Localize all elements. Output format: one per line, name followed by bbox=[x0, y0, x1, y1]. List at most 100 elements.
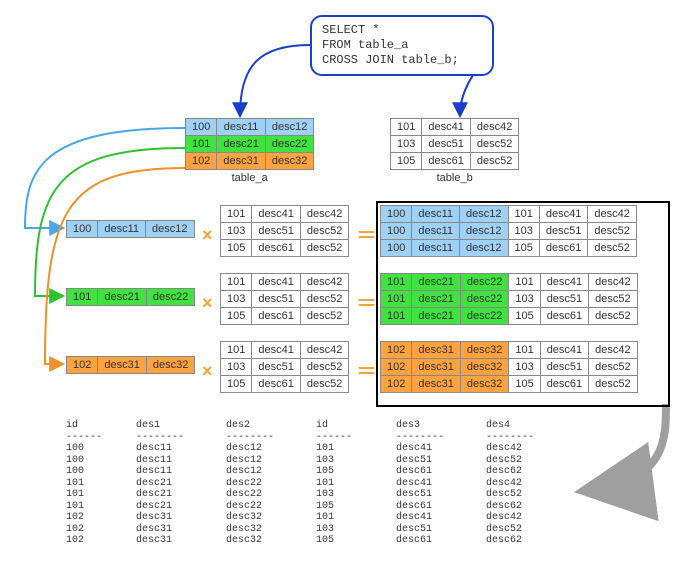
cell: desc61 bbox=[422, 153, 470, 170]
cell: desc42 bbox=[300, 274, 348, 291]
cell: desc51 bbox=[252, 223, 300, 240]
mid-b-2: 101desc41desc42103desc51desc52105desc61d… bbox=[220, 273, 349, 325]
table-row: 103desc51desc52 bbox=[221, 291, 349, 308]
cell: desc12 bbox=[460, 206, 508, 223]
cell: 100 bbox=[381, 206, 412, 223]
cell: 102 bbox=[381, 342, 412, 359]
result-block: iddes1des2iddes3des4--------------------… bbox=[66, 420, 556, 547]
cell: desc41 bbox=[422, 119, 470, 136]
cell: desc41 bbox=[252, 274, 300, 291]
sql-line-2: FROM table_a bbox=[322, 38, 482, 53]
table-row: 103desc51desc52 bbox=[221, 223, 349, 240]
cell: desc61 bbox=[252, 240, 300, 257]
cell: 102 bbox=[381, 376, 412, 393]
cell: 103 bbox=[221, 291, 252, 308]
cell: desc42 bbox=[588, 206, 636, 223]
cell: desc61 bbox=[252, 376, 300, 393]
cell: 105 bbox=[221, 308, 252, 325]
table-row: 102desc31desc32 bbox=[186, 153, 314, 170]
cell: 101 bbox=[381, 274, 412, 291]
cell: desc11 bbox=[217, 119, 265, 136]
cell: desc41 bbox=[540, 274, 588, 291]
table-a: 100desc11desc12101desc21desc22102desc31d… bbox=[185, 118, 314, 184]
cell: 100 bbox=[381, 240, 412, 257]
table-row: 101desc21desc22105desc61desc52 bbox=[381, 308, 638, 325]
cell: desc21 bbox=[412, 291, 460, 308]
cell: desc61 bbox=[540, 308, 588, 325]
cell: desc41 bbox=[252, 206, 300, 223]
cell: desc52 bbox=[470, 136, 518, 153]
diagram-stage: SELECT * FROM table_a CROSS JOIN table_b… bbox=[10, 10, 682, 558]
cell: desc41 bbox=[539, 206, 587, 223]
cell: desc11 bbox=[412, 223, 460, 240]
result-row: 101desc21desc22103desc51desc52 bbox=[66, 489, 556, 501]
cell: 101 bbox=[508, 206, 539, 223]
result-row: 101desc21desc22101desc41desc42 bbox=[66, 478, 556, 490]
cell: desc61 bbox=[540, 376, 588, 393]
cell: 105 bbox=[391, 153, 422, 170]
cell: 103 bbox=[508, 223, 539, 240]
cell: desc51 bbox=[252, 359, 300, 376]
table-b-caption: table_b bbox=[390, 172, 519, 184]
result-row: 100desc11desc12105desc61desc62 bbox=[66, 466, 556, 478]
table-row: 102desc31desc32101desc41desc42 bbox=[381, 342, 638, 359]
cell: desc52 bbox=[470, 153, 518, 170]
cell: 102 bbox=[186, 153, 217, 170]
cell: desc11 bbox=[98, 221, 146, 238]
result-row: 102desc31desc32105desc61desc62 bbox=[66, 535, 556, 547]
equals-icon-2: == bbox=[358, 293, 371, 314]
cell: 103 bbox=[509, 291, 540, 308]
cell: desc22 bbox=[460, 274, 508, 291]
table-row: 103desc51desc52 bbox=[221, 359, 349, 376]
cell: 101 bbox=[391, 119, 422, 136]
cell: 102 bbox=[67, 357, 98, 374]
table-row: 101desc41desc42 bbox=[391, 119, 519, 136]
mid-b-1: 101desc41desc42103desc51desc52105desc61d… bbox=[220, 205, 349, 257]
table-a-caption: table_a bbox=[185, 172, 314, 184]
cell: desc52 bbox=[300, 240, 348, 257]
mid-b-3: 101desc41desc42103desc51desc52105desc61d… bbox=[220, 341, 349, 393]
result-row: 100desc11desc12103desc51desc52 bbox=[66, 455, 556, 467]
cell: desc51 bbox=[539, 223, 587, 240]
result-divider: ----------------------------------------… bbox=[66, 432, 556, 444]
combo-1: 100desc11desc12101desc41desc42100desc11d… bbox=[380, 205, 637, 257]
result-row: 101desc21desc22105desc61desc62 bbox=[66, 501, 556, 513]
combo-3: 102desc31desc32101desc41desc42102desc31d… bbox=[380, 341, 638, 393]
table-row: 100desc11desc12 bbox=[186, 119, 314, 136]
table-row: 105desc61desc52 bbox=[391, 153, 519, 170]
cell: 105 bbox=[221, 376, 252, 393]
table-row: 101desc21desc22 bbox=[186, 136, 314, 153]
times-icon-3: × bbox=[202, 361, 213, 382]
sql-line-1: SELECT * bbox=[322, 23, 482, 38]
table-row: 105desc61desc52 bbox=[221, 308, 349, 325]
times-icon-2: × bbox=[202, 293, 213, 314]
cell: 105 bbox=[508, 240, 539, 257]
cell: desc41 bbox=[540, 342, 588, 359]
equals-icon-1: == bbox=[358, 225, 371, 246]
cell: 101 bbox=[221, 274, 252, 291]
cell: desc22 bbox=[460, 308, 508, 325]
cell: desc32 bbox=[460, 359, 508, 376]
cell: desc52 bbox=[589, 359, 637, 376]
table-row: 101desc41desc42 bbox=[221, 274, 349, 291]
cell: desc32 bbox=[265, 153, 313, 170]
cell: 101 bbox=[221, 206, 252, 223]
cell: desc42 bbox=[589, 342, 637, 359]
cell: 101 bbox=[221, 342, 252, 359]
cell: desc12 bbox=[460, 240, 508, 257]
cell: desc42 bbox=[300, 342, 348, 359]
cell: desc32 bbox=[146, 357, 194, 374]
sql-box: SELECT * FROM table_a CROSS JOIN table_b… bbox=[310, 15, 494, 76]
table-row: 102desc31desc32 bbox=[67, 357, 195, 374]
cell: desc31 bbox=[98, 357, 146, 374]
cell: desc31 bbox=[412, 342, 460, 359]
cell: 101 bbox=[67, 289, 98, 306]
cell: 103 bbox=[221, 359, 252, 376]
cell: 101 bbox=[509, 342, 540, 359]
cell: desc12 bbox=[265, 119, 313, 136]
combo-2: 101desc21desc22101desc41desc42101desc21d… bbox=[380, 273, 638, 325]
cell: 105 bbox=[509, 376, 540, 393]
table-row: 105desc61desc52 bbox=[221, 376, 349, 393]
cell: desc51 bbox=[540, 291, 588, 308]
result-row: 102desc31desc32101desc41desc42 bbox=[66, 512, 556, 524]
